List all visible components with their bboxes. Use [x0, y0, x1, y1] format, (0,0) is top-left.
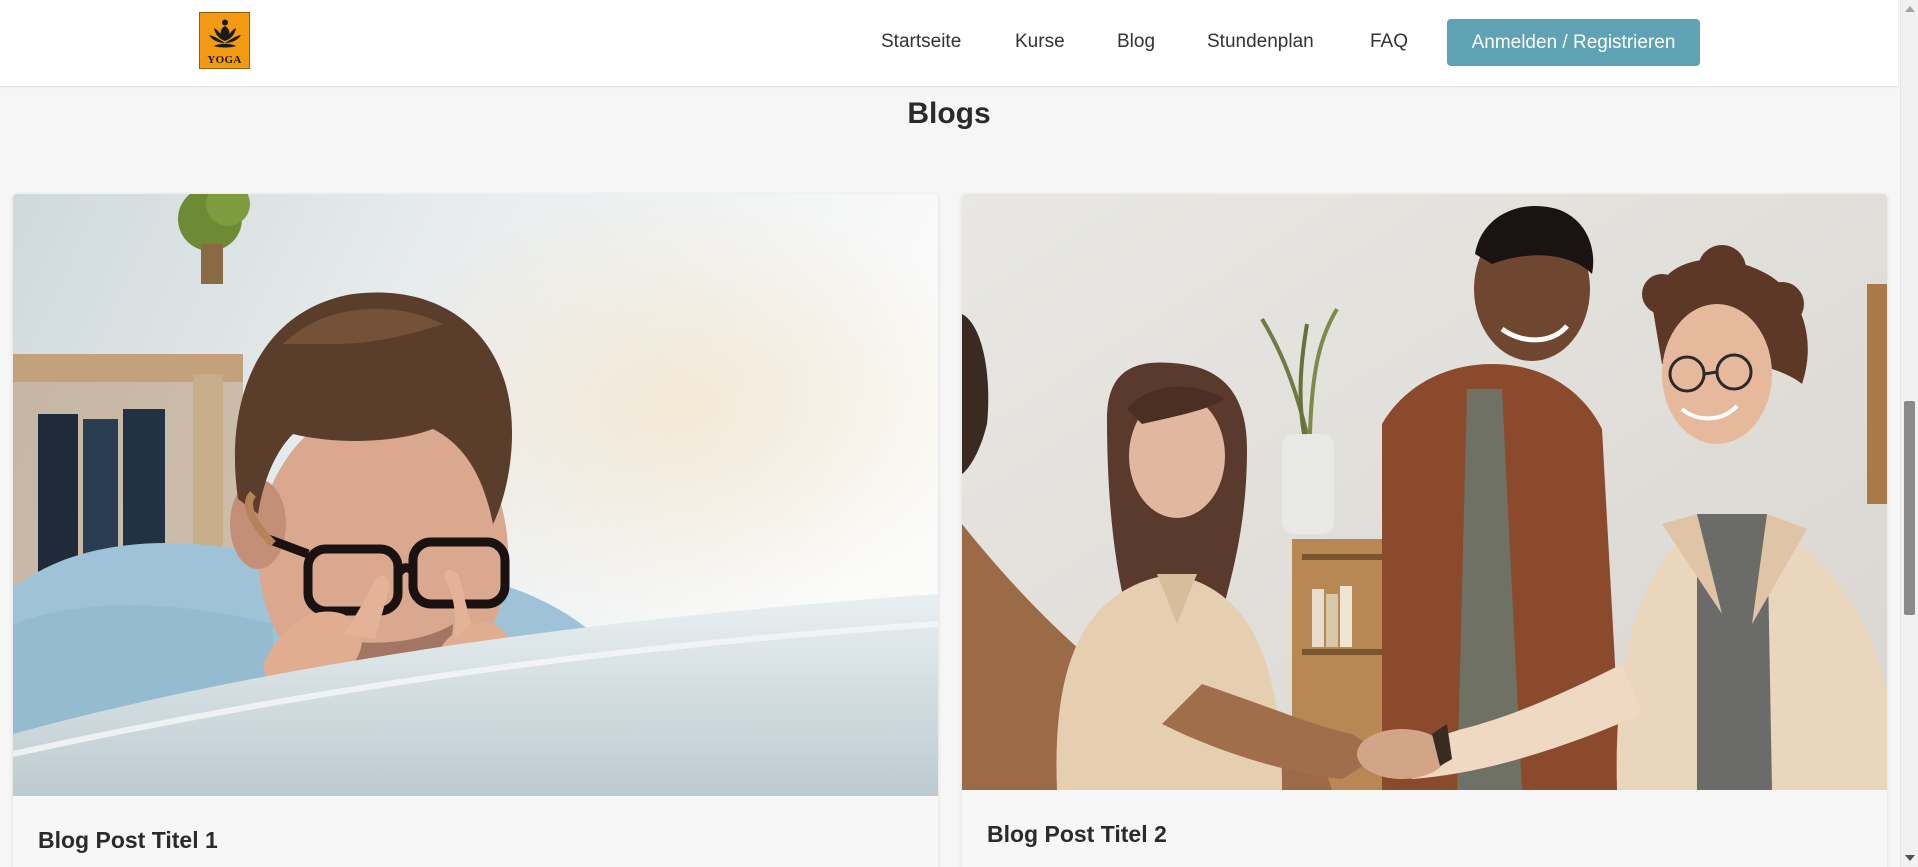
- nav-faq[interactable]: FAQ: [1370, 29, 1408, 55]
- scroll-up-icon[interactable]: [1905, 6, 1915, 12]
- tired-man-with-glasses-illustration: [13, 194, 938, 796]
- site-header: YOGA Startseite Kurse Blog Stundenplan F…: [0, 0, 1898, 87]
- blog-card-1[interactable]: Blog Post Titel 1: [13, 194, 938, 867]
- login-register-button[interactable]: Anmelden / Registrieren: [1447, 19, 1700, 66]
- section-title: Blogs: [907, 97, 991, 130]
- blog-card-2-title[interactable]: Blog Post Titel 2: [987, 819, 1167, 849]
- page: YOGA Startseite Kurse Blog Stundenplan F…: [0, 0, 1918, 867]
- nav-stundenplan[interactable]: Stundenplan: [1207, 29, 1314, 55]
- blog-card-1-image[interactable]: [13, 194, 938, 796]
- blog-card-1-title[interactable]: Blog Post Titel 1: [38, 825, 218, 855]
- nav-kurse[interactable]: Kurse: [1015, 29, 1065, 55]
- main-navigation: Startseite Kurse Blog Stundenplan FAQ An…: [0, 0, 1898, 86]
- blog-card-2[interactable]: Blog Post Titel 2: [962, 194, 1887, 867]
- vertical-scrollbar[interactable]: [1900, 0, 1918, 867]
- blog-card-2-image[interactable]: [962, 194, 1887, 790]
- scrollbar-thumb[interactable]: [1904, 400, 1915, 615]
- nav-startseite[interactable]: Startseite: [881, 29, 961, 55]
- team-handshake-illustration: [962, 194, 1887, 790]
- nav-blog[interactable]: Blog: [1117, 29, 1155, 55]
- scroll-down-icon[interactable]: [1905, 855, 1915, 861]
